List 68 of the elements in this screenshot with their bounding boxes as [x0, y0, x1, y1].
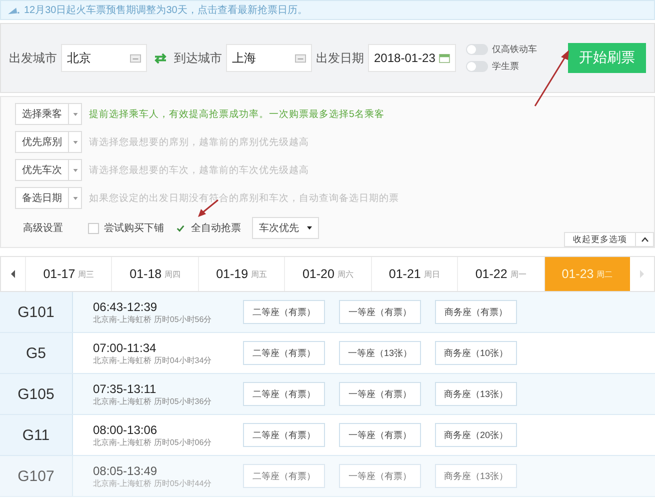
seat-button[interactable]: 二等座（有票）	[243, 464, 325, 488]
priority-select[interactable]: 车次优先	[252, 217, 319, 239]
train-code: G105	[0, 374, 73, 414]
caret-icon	[307, 226, 312, 230]
seat-button[interactable]: 二等座（有票）	[243, 300, 325, 324]
right-triangle-icon	[640, 270, 644, 278]
option-dropdown[interactable]: 选择乘客	[15, 103, 82, 125]
toggle-label: 学生票	[492, 60, 519, 73]
train-route: 北京南-上海虹桥 历时05小时56分	[93, 314, 213, 324]
megaphone-icon	[7, 6, 20, 14]
seat-button[interactable]: 商务座（有票）	[435, 300, 517, 324]
seat-button[interactable]: 一等座（有票）	[339, 300, 421, 324]
train-code: G107	[0, 456, 73, 496]
train-code: G101	[0, 292, 73, 332]
seat-button[interactable]: 一等座（有票）	[339, 423, 421, 447]
train-route: 北京南-上海虹桥 历时05小时06分	[93, 436, 213, 448]
seat-button[interactable]: 商务座（20张）	[435, 423, 517, 447]
seat-button[interactable]: 二等座（有票）	[243, 423, 325, 447]
advanced-label: 高级设置	[22, 222, 64, 235]
train-time: 08:05-13:49	[93, 464, 158, 478]
city-field[interactable]: 上海	[226, 44, 312, 72]
seat-button[interactable]: 一等座（有票）	[339, 464, 421, 488]
seat-button[interactable]: 二等座（有票）	[243, 341, 325, 365]
chevron-up-icon	[640, 237, 648, 242]
card-icon	[295, 54, 306, 62]
caret-icon	[72, 112, 78, 116]
seat-button[interactable]: 二等座（有票）	[243, 382, 325, 406]
train-time: 07:00-11:34	[93, 340, 158, 354]
option-dropdown[interactable]: 优先车次	[15, 159, 82, 181]
toggle-switch[interactable]	[466, 61, 488, 72]
checkbox-label: 全自动抢票	[191, 222, 241, 235]
caret-icon	[72, 196, 78, 200]
toggle-switch[interactable]	[466, 44, 488, 55]
train-route: 北京南-上海虹桥 历时05小时44分	[93, 478, 213, 488]
field-label: 出发日期	[316, 50, 364, 66]
train-route: 北京南-上海虹桥 历时05小时36分	[93, 396, 213, 406]
seat-button[interactable]: 一等座（有票）	[339, 382, 421, 406]
seat-button[interactable]: 一等座（13张）	[339, 341, 421, 365]
checkbox[interactable]	[175, 222, 186, 234]
hint-text: 请选择您最想要的车次，越靠前的车次优先级越高	[89, 164, 309, 176]
collapse-button[interactable]: 收起更多选项	[564, 232, 636, 247]
option-dropdown[interactable]: 优先席别	[15, 131, 82, 153]
collapse-arrow-button[interactable]	[636, 232, 654, 247]
train-code: G5	[0, 333, 73, 373]
seat-button[interactable]: 商务座（10张）	[435, 341, 517, 365]
option-dropdown[interactable]: 备选日期	[15, 187, 82, 209]
checkbox[interactable]	[88, 222, 99, 234]
train-time: 08:00-13:06	[93, 422, 158, 436]
card-icon	[130, 54, 141, 62]
toggle-label: 仅高铁动车	[492, 43, 537, 56]
checkbox-label: 尝试购买下铺	[104, 222, 164, 235]
hint-text: 提前选择乘车人，有效提高抢票成功率。一次购票最多选择5名乘客	[89, 108, 384, 120]
caret-icon	[72, 140, 78, 144]
train-time: 07:35-13:11	[93, 382, 158, 396]
swap-icon[interactable]	[154, 52, 167, 64]
left-triangle-icon	[11, 270, 15, 278]
seat-button[interactable]: 商务座（13张）	[435, 382, 517, 406]
field-label: 到达城市	[174, 50, 222, 66]
date-field[interactable]: 2018-01-23	[368, 44, 456, 72]
seat-button[interactable]: 商务座（13张）	[435, 464, 517, 488]
train-route: 北京南-上海虹桥 历时04小时34分	[93, 354, 213, 366]
hint-text: 请选择您最想要的席别，越靠前的席别优先级越高	[89, 136, 309, 148]
field-label: 出发城市	[9, 50, 57, 66]
calendar-icon	[439, 54, 450, 62]
train-code: G11	[0, 415, 73, 455]
caret-icon	[72, 168, 78, 172]
city-field[interactable]: 北京	[61, 44, 147, 72]
train-time: 06:43-12:39	[93, 300, 158, 314]
